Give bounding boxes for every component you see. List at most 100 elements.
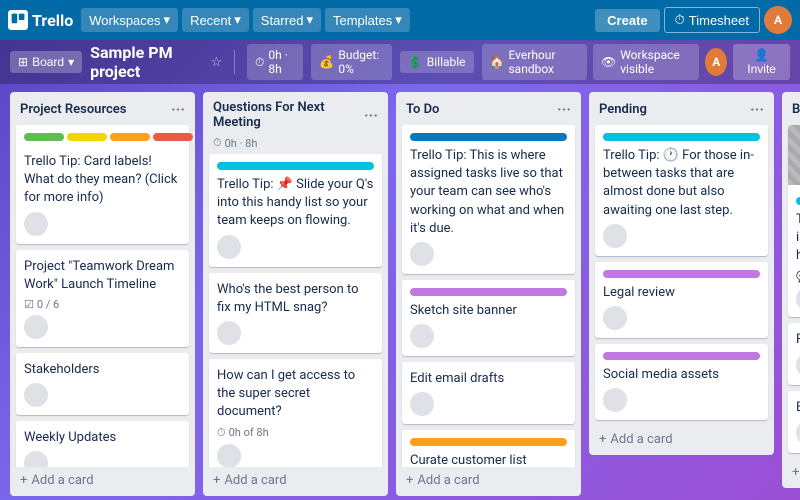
label-orange	[410, 438, 567, 446]
plus-icon: +	[792, 465, 799, 480]
trello-wordmark: Trello	[32, 11, 73, 30]
invite-button[interactable]: 👤 Invite	[733, 44, 790, 80]
card[interactable]: Stakeholders	[16, 353, 189, 415]
billable-pill[interactable]: 💲 Billable	[400, 51, 474, 73]
budget-pill[interactable]: 💰 Budget: 0%	[311, 44, 391, 80]
time-pill[interactable]: ⏱ 0h · 8h	[247, 44, 303, 80]
workspace-pill[interactable]: 🏠 Everhour sandbox	[482, 44, 587, 80]
card[interactable]: Edit email drafts	[402, 362, 575, 424]
board-icon: ⊞	[18, 55, 28, 69]
card-member-avatar	[796, 353, 800, 377]
card[interactable]: Freelancer contra...	[788, 323, 800, 385]
add-card-button[interactable]: + Add a card	[589, 426, 774, 455]
cards-area: Trello Tip: 📌 Slide your Q's into this h…	[203, 154, 388, 467]
plus-icon: +	[406, 473, 413, 488]
card[interactable]: Legal review	[595, 262, 768, 338]
board-header-right: 🏠 Everhour sandbox 👁 Workspace visible A…	[482, 44, 790, 80]
add-card-label: Add a card	[417, 473, 479, 488]
plus-icon: +	[213, 473, 220, 488]
card-title: Curate customer list	[410, 452, 567, 467]
card-title: Freelancer contra...	[796, 331, 800, 349]
chevron-down-icon: ▾	[306, 12, 313, 28]
column-title: To Do	[406, 102, 439, 117]
card-title: Trello Tip: This is where assigned tasks…	[410, 147, 567, 238]
clock-icon: ⏱	[255, 55, 264, 70]
column-header: Project Resources ···	[10, 92, 195, 125]
checklist-meta: ☑ 0 / 6	[24, 298, 59, 311]
label-orange	[110, 133, 150, 141]
card-cover-image	[788, 125, 800, 185]
avatar[interactable]: A	[764, 6, 792, 34]
workspaces-nav-button[interactable]: Workspaces ▾	[81, 8, 178, 32]
card-title: Who's the best person to fix my HTML sna…	[217, 281, 374, 317]
chevron-down-icon: ▾	[68, 55, 74, 69]
card[interactable]: Who's the best person to fix my HTML sna…	[209, 273, 382, 353]
column-blocked: Blocked ··· Trello Tip: Splash heavy iss…	[782, 92, 800, 488]
label-purple	[603, 352, 760, 360]
card[interactable]: How can I get access to the super secret…	[209, 359, 382, 467]
card-meta: 💬 1	[796, 270, 800, 283]
card-title: Trello Tip: Card labels! What do they me…	[24, 153, 181, 208]
visibility-icon: 👁	[601, 55, 616, 69]
column-menu-button[interactable]: ···	[557, 100, 571, 119]
add-card-button[interactable]: + Add a card	[782, 459, 800, 488]
card-member-avatar	[24, 451, 48, 467]
billable-icon: 💲	[408, 55, 423, 69]
recent-nav-button[interactable]: Recent ▾	[182, 8, 249, 32]
card-member-avatar	[796, 287, 800, 311]
label-yellow	[67, 133, 107, 141]
card[interactable]: Weekly Updates	[16, 421, 189, 467]
time-meta: ⏱ 0h of 8h	[217, 426, 269, 440]
clock-icon: ⏱	[675, 12, 685, 28]
star-icon[interactable]: ☆	[211, 55, 223, 70]
board-header: ⊞ Board ▾ Sample PM project ☆ ⏱ 0h · 8h …	[0, 40, 800, 84]
trello-logo[interactable]: Trello	[8, 10, 73, 30]
board-view-button[interactable]: ⊞ Board ▾	[10, 51, 82, 73]
column-menu-button[interactable]: ···	[750, 100, 764, 119]
add-card-label: Add a card	[224, 473, 286, 488]
label-teal	[217, 162, 374, 170]
card-member-avatar	[410, 392, 434, 416]
card[interactable]: Trello Tip: 📌 Slide your Q's into this h…	[209, 154, 382, 267]
card[interactable]: Budget approval	[788, 391, 800, 453]
column-title: Blocked	[792, 102, 800, 117]
card[interactable]: Sketch site banner	[402, 280, 575, 356]
comment-icon: 💬	[796, 270, 800, 283]
card-title: Trello Tip: Splash heavy issues that tea…	[796, 211, 800, 266]
card-member-avatar	[796, 421, 800, 445]
card-title: Budget approval	[796, 399, 800, 417]
top-navigation: Trello Workspaces ▾ Recent ▾ Starred ▾ T…	[0, 0, 800, 40]
card[interactable]: Trello Tip: Card labels! What do they me…	[16, 125, 189, 244]
column-menu-button[interactable]: ···	[171, 100, 185, 119]
add-card-button[interactable]: + Add a card	[203, 467, 388, 496]
card-title: Legal review	[603, 284, 760, 302]
add-card-button[interactable]: + Add a card	[396, 467, 581, 496]
add-card-button[interactable]: + Add a card	[10, 467, 195, 496]
card[interactable]: Curate customer list	[402, 430, 575, 467]
card[interactable]: Trello Tip: This is where assigned tasks…	[402, 125, 575, 274]
card[interactable]: Social media assets	[595, 344, 768, 420]
person-icon: 👤	[754, 48, 769, 62]
card[interactable]: Trello Tip: 🕐 For those in-between tasks…	[595, 125, 768, 256]
card-meta: ☑ 0 / 6	[24, 298, 181, 311]
templates-nav-button[interactable]: Templates ▾	[325, 8, 410, 32]
card-member-avatar	[217, 321, 241, 345]
starred-nav-button[interactable]: Starred ▾	[253, 8, 321, 32]
visibility-pill[interactable]: 👁 Workspace visible	[593, 44, 699, 80]
timesheet-button[interactable]: ⏱ Timesheet	[664, 7, 760, 33]
card-title: Edit email drafts	[410, 370, 567, 388]
card[interactable]: Project "Teamwork Dream Work" Launch Tim…	[16, 250, 189, 347]
add-card-label: Add a card	[31, 473, 93, 488]
board-avatar[interactable]: A	[705, 48, 727, 76]
label-green	[24, 133, 64, 141]
plus-icon: +	[20, 473, 27, 488]
comment-count-meta: 💬 1	[796, 270, 800, 283]
add-card-label: Add a card	[610, 432, 672, 447]
divider	[234, 50, 235, 74]
card-member-avatar	[603, 306, 627, 330]
card[interactable]: Trello Tip: Splash heavy issues that tea…	[788, 125, 800, 317]
create-button[interactable]: Create	[595, 9, 659, 32]
budget-icon: 💰	[319, 55, 334, 69]
column-menu-button[interactable]: ···	[364, 106, 378, 125]
card-title: Trello Tip: 🕐 For those in-between tasks…	[603, 147, 760, 220]
